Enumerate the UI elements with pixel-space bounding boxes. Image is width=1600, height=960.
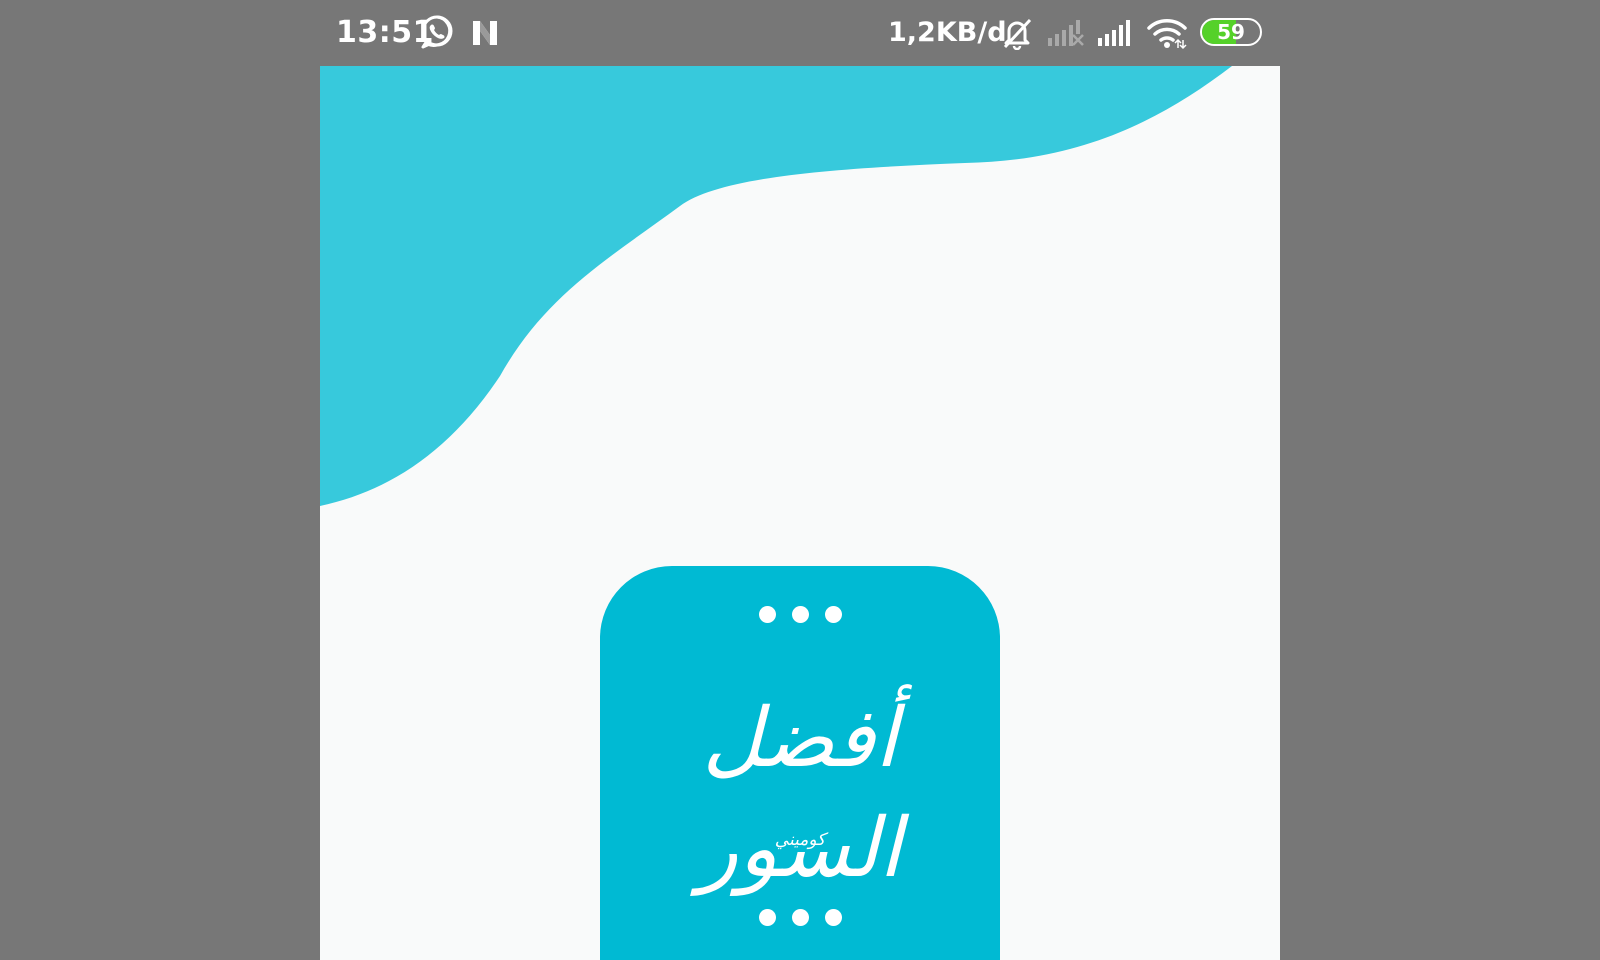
- whatsapp-icon: [421, 15, 453, 49]
- status-bar: 13:51 1,2KB/d 59: [320, 0, 1280, 66]
- logo-title: أفضل السور: [698, 691, 902, 896]
- dot: [791, 606, 809, 623]
- dot: [758, 909, 776, 926]
- wifi-icon: [1147, 19, 1187, 50]
- top-dots: [600, 606, 1000, 624]
- dot: [824, 606, 842, 623]
- n-notification-icon: [473, 21, 497, 45]
- dot: [791, 909, 809, 926]
- splash-screen: أفضل السور كوميني: [320, 66, 1280, 960]
- logo-subtitle: كوميني: [774, 830, 826, 850]
- signal-icon: [1098, 20, 1130, 46]
- dot: [824, 909, 842, 926]
- battery-level: 59: [1217, 20, 1245, 44]
- bottom-dots: [600, 909, 1000, 927]
- app-logo: أفضل السور كوميني: [600, 566, 1000, 960]
- top-wave-shape: [320, 66, 1232, 506]
- dot: [758, 606, 776, 623]
- battery-indicator: 59: [1200, 18, 1262, 46]
- mute-icon: [1003, 18, 1032, 50]
- signal-no-service-icon: [1048, 20, 1084, 46]
- network-speed: 1,2KB/d: [888, 17, 1007, 48]
- device-frame: 13:51 1,2KB/d 59 أفضل السور كوميني: [0, 0, 1600, 960]
